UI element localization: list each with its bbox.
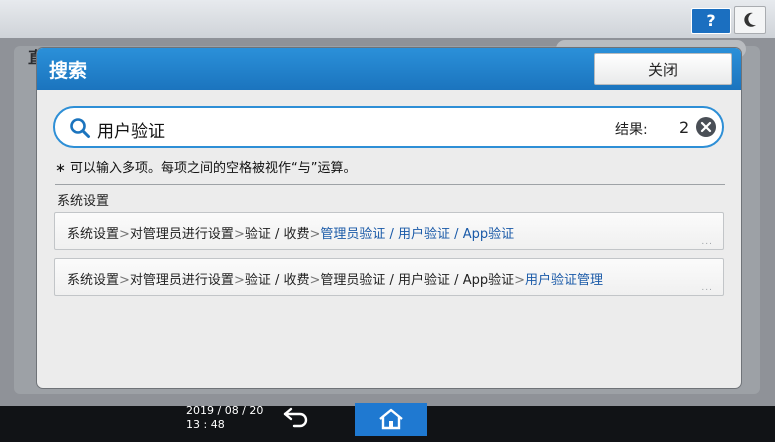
moon-icon bbox=[744, 12, 756, 27]
search-icon bbox=[70, 118, 90, 138]
path-target: 用户验证管理 bbox=[525, 273, 604, 288]
path-separator: > bbox=[233, 273, 245, 288]
results-count: 2 bbox=[679, 118, 690, 137]
search-dialog: 搜索 关闭 用户验证 结果: 2 ∗ 可以输入多项。每项之间的空格被视作“与”运… bbox=[37, 48, 741, 388]
home-icon bbox=[379, 408, 403, 430]
path-segment: 系统设置 bbox=[67, 273, 120, 288]
path-separator: > bbox=[514, 273, 525, 288]
dialog-title: 搜索 bbox=[49, 60, 88, 82]
path-target: 管理员验证 / 用户验证 / App验证 bbox=[320, 227, 515, 242]
help-button[interactable]: ? bbox=[691, 8, 731, 34]
path-segment: 对管理员进行设置 bbox=[129, 227, 234, 242]
top-status-bar bbox=[0, 0, 775, 38]
search-input[interactable]: 用户验证 结果: 2 bbox=[53, 106, 724, 148]
home-button[interactable] bbox=[355, 403, 427, 436]
path-separator: > bbox=[309, 227, 321, 242]
close-button[interactable]: 关闭 bbox=[594, 53, 732, 85]
result-path: 系统设置>对管理员进行设置>验证 / 收费>管理员验证 / 用户验证 / App… bbox=[67, 223, 514, 242]
section-title: 系统设置 bbox=[57, 194, 110, 209]
search-hint: ∗ 可以输入多项。每项之间的空格被视作“与”运算。 bbox=[55, 161, 357, 176]
more-indicator: ... bbox=[701, 283, 713, 293]
datetime: 2019 / 08 / 20 13 : 48 bbox=[186, 404, 263, 432]
result-row[interactable]: 系统设置>对管理员进行设置>验证 / 收费>管理员验证 / 用户验证 / App… bbox=[54, 258, 724, 296]
search-query: 用户验证 bbox=[97, 122, 165, 142]
path-separator: > bbox=[233, 227, 245, 242]
result-row[interactable]: 系统设置>对管理员进行设置>验证 / 收费>管理员验证 / 用户验证 / App… bbox=[54, 212, 724, 250]
path-segment: 管理员验证 / 用户验证 / App验证 bbox=[320, 273, 515, 288]
energy-saver-button[interactable] bbox=[734, 6, 766, 34]
path-segment: 系统设置 bbox=[67, 227, 120, 242]
path-separator: > bbox=[309, 273, 321, 288]
path-segment: 对管理员进行设置 bbox=[129, 273, 234, 288]
path-segment: 验证 / 收费 bbox=[244, 227, 310, 242]
result-path: 系统设置>对管理员进行设置>验证 / 收费>管理员验证 / 用户验证 / App… bbox=[67, 269, 603, 288]
clear-icon[interactable] bbox=[695, 116, 717, 138]
path-separator: > bbox=[119, 227, 130, 242]
results-label: 结果: bbox=[615, 122, 648, 138]
section-divider bbox=[55, 184, 725, 185]
date-text: 2019 / 08 / 20 bbox=[186, 404, 264, 417]
dialog-header: 搜索 关闭 bbox=[37, 48, 741, 90]
path-segment: 验证 / 收费 bbox=[244, 273, 310, 288]
back-icon[interactable] bbox=[282, 405, 312, 429]
more-indicator: ... bbox=[701, 237, 713, 247]
time-text: 13 : 48 bbox=[186, 418, 225, 431]
path-separator: > bbox=[119, 273, 130, 288]
